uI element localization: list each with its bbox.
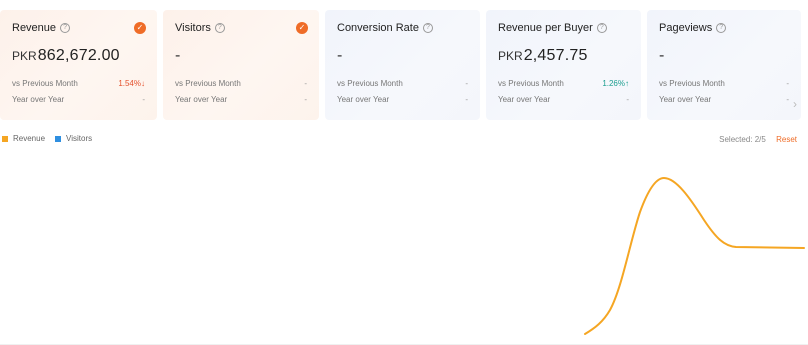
previous-month-row: vs Previous Month 1.26%↑ (498, 75, 629, 91)
currency-label: PKR (12, 49, 37, 63)
year-over-year-row: Year over Year - (659, 91, 789, 107)
metric-amount: - (337, 47, 343, 64)
card-value: PKR 2,457.75 (498, 47, 629, 67)
year-over-year-label: Year over Year (337, 94, 390, 104)
year-over-year-row: Year over Year - (12, 91, 145, 107)
card-pageviews[interactable]: Pageviews ? - vs Previous Month - Year o… (647, 10, 801, 120)
year-over-year-label: Year over Year (498, 94, 551, 104)
year-over-year-row: Year over Year - (498, 91, 629, 107)
previous-month-label: vs Previous Month (175, 78, 241, 88)
metric-cards: Revenue ? ✓ PKR 862,672.00 vs Previous M… (0, 10, 808, 120)
question-circle-icon[interactable]: ? (716, 23, 727, 33)
question-circle-icon[interactable]: ? (60, 23, 71, 33)
card-title: Revenue per Buyer (498, 22, 593, 34)
previous-month-value: - (304, 78, 307, 88)
legend-label: Visitors (66, 134, 93, 143)
previous-month-value: - (786, 78, 789, 88)
trend-chart (0, 150, 808, 345)
check-circle-icon[interactable]: ✓ (296, 22, 308, 34)
card-value: PKR 862,672.00 (12, 47, 145, 67)
metric-amount: - (175, 47, 181, 64)
previous-month-value: 1.26%↑ (602, 78, 629, 88)
card-title: Visitors (175, 22, 211, 34)
previous-month-row: vs Previous Month 1.54%↓ (12, 75, 145, 91)
card-conversion-rate[interactable]: Conversion Rate ? - vs Previous Month - … (325, 10, 480, 120)
previous-month-label: vs Previous Month (12, 78, 78, 88)
metric-amount: 862,672.00 (37, 47, 120, 64)
card-value: - (659, 47, 789, 67)
card-title: Conversion Rate (337, 22, 419, 34)
trend-chart-svg (584, 176, 805, 335)
selected-count: 2/5 (754, 135, 766, 144)
legend-swatch (55, 135, 62, 142)
previous-month-label: vs Previous Month (498, 78, 564, 88)
selection-info: Selected: 2/5 Reset (719, 135, 797, 144)
legend-label: Revenue (13, 134, 46, 143)
chevron-right-icon[interactable]: › (793, 98, 802, 110)
previous-month-row: vs Previous Month - (337, 75, 468, 91)
check-circle-icon[interactable]: ✓ (134, 22, 146, 34)
reset-link[interactable]: Reset (776, 135, 797, 144)
year-over-year-value: - (465, 94, 468, 104)
previous-month-value: 1.54%↓ (118, 78, 145, 88)
previous-month-row: vs Previous Month - (659, 75, 789, 91)
question-circle-icon[interactable]: ? (596, 23, 607, 33)
year-over-year-row: Year over Year - (175, 91, 307, 107)
legend-swatch (2, 135, 8, 142)
metric-amount: 2,457.75 (523, 47, 588, 64)
chart-legend: Revenue Visitors (2, 134, 102, 143)
previous-month-value: - (465, 78, 468, 88)
legend-item-revenue[interactable]: Revenue (2, 134, 45, 143)
year-over-year-value: - (786, 94, 789, 104)
question-circle-icon[interactable]: ? (214, 23, 225, 33)
card-value: - (175, 47, 307, 67)
question-circle-icon[interactable]: ? (422, 23, 433, 33)
revenue-line (584, 176, 805, 335)
legend-item-visitors[interactable]: Visitors (55, 134, 92, 143)
year-over-year-label: Year over Year (12, 94, 65, 104)
card-revenue-per-buyer[interactable]: Revenue per Buyer ? PKR 2,457.75 vs Prev… (486, 10, 641, 120)
currency-label: PKR (498, 49, 523, 63)
card-title: Revenue (12, 22, 57, 34)
year-over-year-label: Year over Year (175, 94, 228, 104)
previous-month-label: vs Previous Month (337, 78, 403, 88)
selected-label: Selected: (719, 135, 753, 144)
card-visitors[interactable]: Visitors ? ✓ - vs Previous Month - Year … (163, 10, 319, 120)
year-over-year-label: Year over Year (659, 94, 712, 104)
year-over-year-row: Year over Year - (337, 91, 468, 107)
previous-month-row: vs Previous Month - (175, 75, 307, 91)
year-over-year-value: - (304, 94, 307, 104)
year-over-year-value: - (142, 94, 145, 104)
card-value: - (337, 47, 468, 67)
card-revenue[interactable]: Revenue ? ✓ PKR 862,672.00 vs Previous M… (0, 10, 157, 120)
metric-amount: - (659, 47, 665, 64)
previous-month-label: vs Previous Month (659, 78, 725, 88)
card-title: Pageviews (659, 22, 713, 34)
year-over-year-value: - (626, 94, 629, 104)
